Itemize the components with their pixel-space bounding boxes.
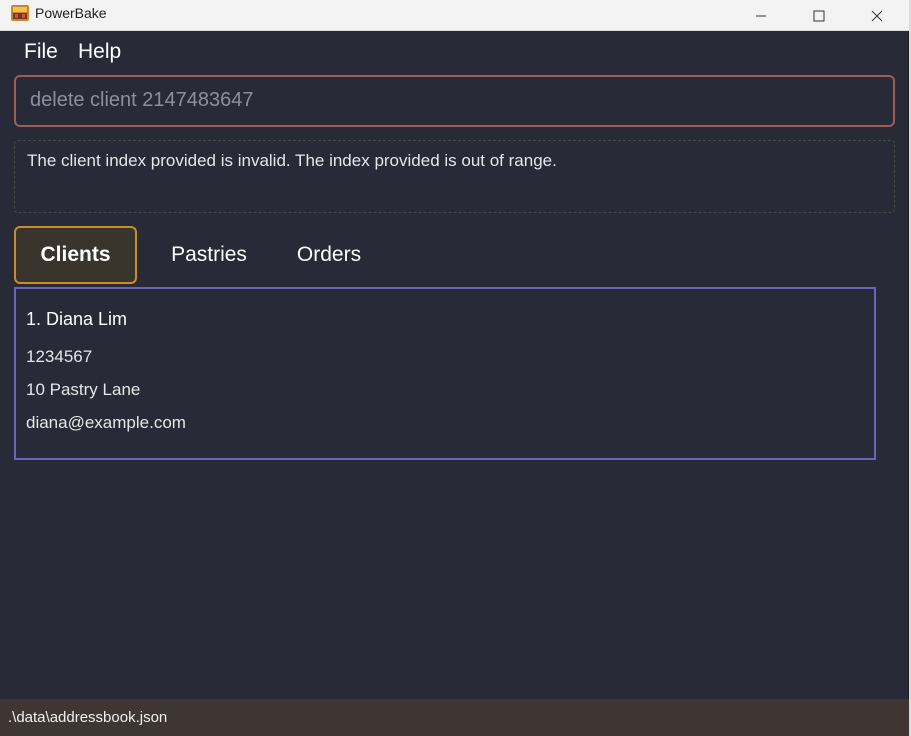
title-bar: PowerBake bbox=[0, 0, 909, 31]
client-list[interactable]: 1. Diana Lim 1234567 10 Pastry Lane dian… bbox=[14, 287, 876, 460]
command-box bbox=[14, 75, 895, 127]
result-message: The client index provided is invalid. Th… bbox=[27, 151, 557, 170]
maximize-button[interactable] bbox=[790, 0, 848, 31]
status-file-path: .\data\addressbook.json bbox=[8, 709, 168, 726]
client-phone: 1234567 bbox=[26, 347, 93, 366]
powerbake-app-icon bbox=[11, 5, 29, 21]
close-icon bbox=[871, 10, 883, 21]
minimize-button[interactable] bbox=[732, 0, 790, 31]
tab-orders[interactable]: Orders bbox=[274, 226, 384, 284]
client-email: diana@example.com bbox=[26, 413, 186, 432]
menu-help[interactable]: Help bbox=[78, 40, 121, 64]
tab-clients[interactable]: Clients bbox=[14, 226, 137, 284]
maximize-icon bbox=[813, 10, 825, 21]
menu-file[interactable]: File bbox=[24, 40, 58, 64]
client-name: 1. Diana Lim bbox=[26, 309, 128, 329]
command-input[interactable] bbox=[30, 89, 870, 112]
client-address: 10 Pastry Lane bbox=[26, 380, 141, 399]
window-title: PowerBake bbox=[35, 5, 107, 21]
tab-bar: Clients Pastries Orders bbox=[14, 226, 895, 286]
minimize-icon bbox=[756, 15, 766, 16]
close-button[interactable] bbox=[848, 0, 906, 31]
app-window: PowerBake File Help The client index pro… bbox=[0, 0, 909, 736]
result-display: The client index provided is invalid. Th… bbox=[14, 140, 895, 213]
tab-pastries[interactable]: Pastries bbox=[154, 226, 264, 284]
status-bar: .\data\addressbook.json bbox=[0, 699, 909, 736]
menu-bar: File Help bbox=[0, 31, 909, 73]
